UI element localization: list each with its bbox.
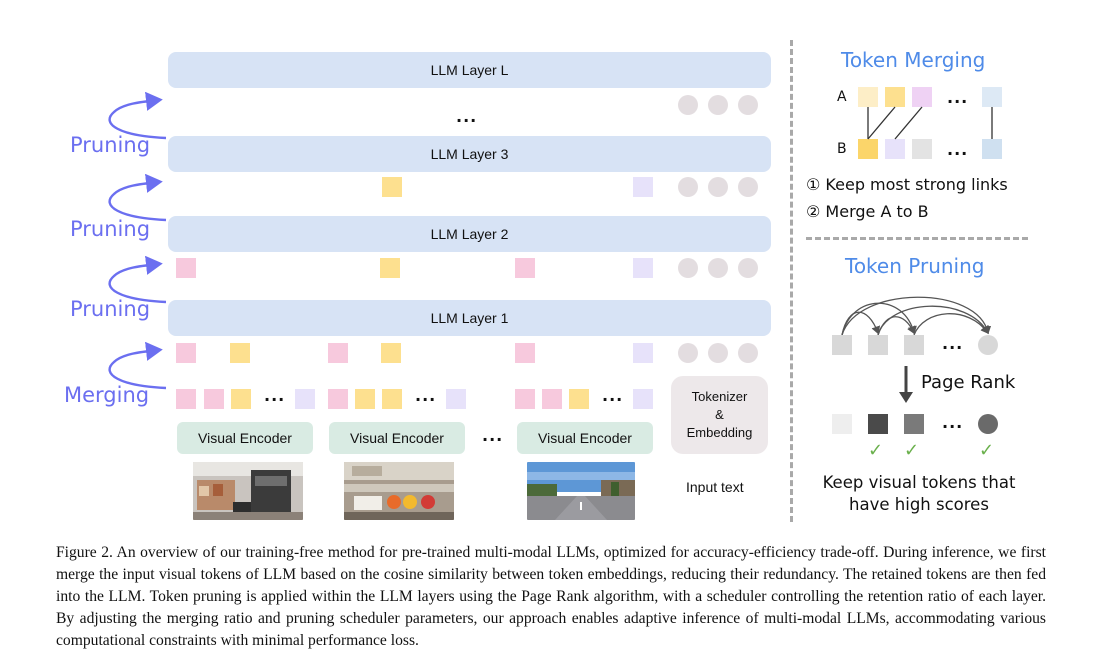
score-token-circle — [978, 414, 998, 434]
llm-layer-3: LLM Layer 3 — [168, 136, 771, 172]
input-text-label: Input text — [686, 479, 744, 495]
text-token-circle — [678, 177, 698, 197]
pruning-label-3: Pruning — [70, 133, 151, 157]
page-rank-label: Page Rank — [921, 372, 1016, 393]
visual-token — [542, 389, 562, 409]
input-image-toaster — [193, 462, 303, 520]
visual-token — [446, 389, 466, 409]
visual-token — [380, 258, 400, 278]
visual-encoder-2: Visual Encoder — [329, 422, 465, 454]
llm-layer-3-label: LLM Layer 3 — [430, 146, 509, 162]
visual-token — [381, 343, 401, 363]
visual-token — [176, 343, 196, 363]
visual-token — [633, 389, 653, 409]
score-token-mid — [904, 414, 924, 434]
visual-encoder-label: Visual Encoder — [538, 430, 632, 446]
input-image-street — [527, 462, 635, 520]
visual-token — [382, 177, 402, 197]
text-token-circle — [678, 343, 698, 363]
pagerank-node — [868, 335, 888, 355]
llm-layer-l-label: LLM Layer L — [430, 62, 509, 78]
merge-links — [867, 106, 993, 140]
visual-token — [231, 389, 251, 409]
figure-caption: Figure 2. An overview of our training-fr… — [56, 544, 1046, 649]
visual-token — [328, 389, 348, 409]
visual-token — [515, 343, 535, 363]
pagerank-node — [832, 335, 852, 355]
token-merging-title: Token Merging — [841, 48, 986, 72]
keep-tokens-line-2: have high scores — [849, 495, 989, 514]
merge-step-2: ② Merge A to B — [806, 202, 929, 221]
visual-token — [569, 389, 589, 409]
encoder-ellipsis: ... — [482, 426, 504, 445]
visual-token — [633, 258, 653, 278]
visual-token — [230, 343, 250, 363]
pruning-arrow-2 — [108, 173, 167, 222]
merging-label: Merging — [64, 383, 150, 407]
score-token-lowest — [832, 414, 852, 434]
text-token-circle — [708, 177, 728, 197]
visual-token — [328, 343, 348, 363]
pruning-label-2: Pruning — [70, 217, 151, 241]
input-image-buffet — [344, 462, 454, 520]
keep-tokens-text: Keep visual tokens that have high scores — [806, 472, 1032, 516]
check-icon: ✓ — [979, 440, 995, 461]
pagerank-ellipsis: ... — [942, 334, 964, 353]
page-rank-arrow — [899, 366, 913, 403]
visual-token — [633, 177, 653, 197]
vertical-dashed-divider — [790, 40, 793, 522]
horizontal-dashed-divider — [806, 237, 1028, 240]
tokenizer-ampersand: & — [715, 407, 724, 422]
pruning-label-1: Pruning — [70, 297, 151, 321]
visual-token — [176, 389, 196, 409]
token-ellipsis: ... — [415, 386, 437, 405]
text-token-circle — [708, 95, 728, 115]
llm-layer-2-label: LLM Layer 2 — [430, 226, 509, 242]
pagerank-node — [904, 335, 924, 355]
text-token-circle — [678, 95, 698, 115]
visual-token — [515, 389, 535, 409]
visual-token — [355, 389, 375, 409]
visual-token — [295, 389, 315, 409]
score-ellipsis: ... — [942, 413, 964, 432]
token-ellipsis: ... — [264, 386, 286, 405]
visual-token — [515, 258, 535, 278]
merge-step-1: ① Keep most strong links — [806, 175, 1008, 194]
check-icon: ✓ — [868, 440, 884, 461]
visual-encoder-1: Visual Encoder — [177, 422, 313, 454]
layer-ellipsis: ... — [456, 107, 478, 126]
visual-encoder-label: Visual Encoder — [198, 430, 292, 446]
score-token-high — [868, 414, 888, 434]
visual-encoder-3: Visual Encoder — [517, 422, 653, 454]
pagerank-node-circle — [978, 335, 998, 355]
text-token-circle — [738, 258, 758, 278]
visual-token — [204, 389, 224, 409]
visual-token — [176, 258, 196, 278]
text-token-circle — [738, 177, 758, 197]
row-b-label: B — [837, 141, 847, 157]
keep-tokens-line-1: Keep visual tokens that — [822, 473, 1016, 492]
llm-layer-2: LLM Layer 2 — [168, 216, 771, 252]
text-token-circle — [678, 258, 698, 278]
llm-layer-1-label: LLM Layer 1 — [430, 310, 509, 326]
tokenizer-embedding-box: Tokenizer & Embedding — [671, 376, 768, 454]
visual-token — [633, 343, 653, 363]
text-token-circle — [708, 258, 728, 278]
llm-layer-1: LLM Layer 1 — [168, 300, 771, 336]
text-token-circle — [738, 343, 758, 363]
check-icon: ✓ — [904, 440, 920, 461]
embedding-label: Embedding — [686, 425, 753, 440]
visual-token — [382, 389, 402, 409]
visual-encoder-label: Visual Encoder — [350, 430, 444, 446]
tokenizer-label: Tokenizer — [691, 389, 748, 404]
llm-layer-l: LLM Layer L — [168, 52, 771, 88]
token-ellipsis: ... — [602, 386, 624, 405]
row-a-label: A — [837, 89, 847, 105]
text-token-circle — [708, 343, 728, 363]
text-token-circle — [738, 95, 758, 115]
token-pruning-title: Token Pruning — [845, 254, 985, 278]
